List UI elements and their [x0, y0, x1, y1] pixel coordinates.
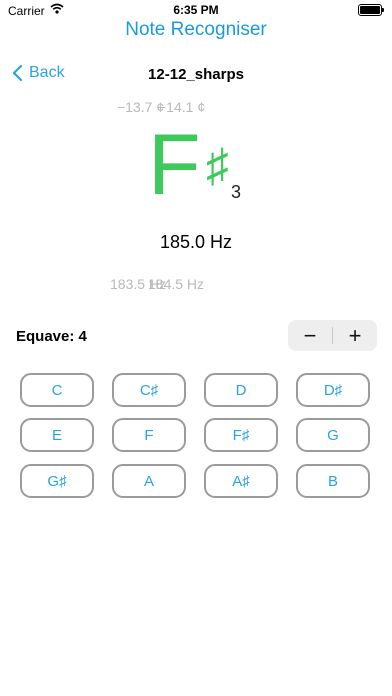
equave-label: Equave: 4	[16, 328, 87, 345]
note-key[interactable]: D	[204, 373, 278, 407]
ghost-frequency-reading: 184.5 Hz	[148, 276, 205, 292]
note-key[interactable]: C	[20, 373, 94, 407]
screen-title: 12-12_sharps	[148, 66, 244, 83]
detected-note-letter: F	[148, 117, 201, 213]
detected-note-accidental: ♯	[206, 139, 229, 191]
note-key[interactable]: E	[20, 418, 94, 452]
app-title: Note Recogniser	[125, 19, 267, 40]
equave-stepper: − +	[288, 320, 377, 351]
increment-button[interactable]: +	[333, 320, 377, 351]
note-key[interactable]: G	[296, 418, 370, 452]
battery-icon	[358, 4, 384, 16]
frequency-readout: 185.0 Hz	[159, 232, 233, 252]
note-key[interactable]: A	[112, 464, 186, 498]
note-key[interactable]: F	[112, 418, 186, 452]
status-time: 6:35 PM	[173, 3, 219, 17]
note-key[interactable]: F♯	[204, 418, 278, 452]
ghost-cents-reading: −14.1 ¢	[158, 99, 206, 115]
decrement-button[interactable]: −	[288, 320, 332, 351]
note-key[interactable]: A♯	[204, 464, 278, 498]
note-key[interactable]: D♯	[296, 373, 370, 407]
note-key[interactable]: C♯	[112, 373, 186, 407]
detected-note-octave: 3	[231, 182, 242, 202]
note-key[interactable]: G♯	[20, 464, 94, 498]
note-key[interactable]: B	[296, 464, 370, 498]
